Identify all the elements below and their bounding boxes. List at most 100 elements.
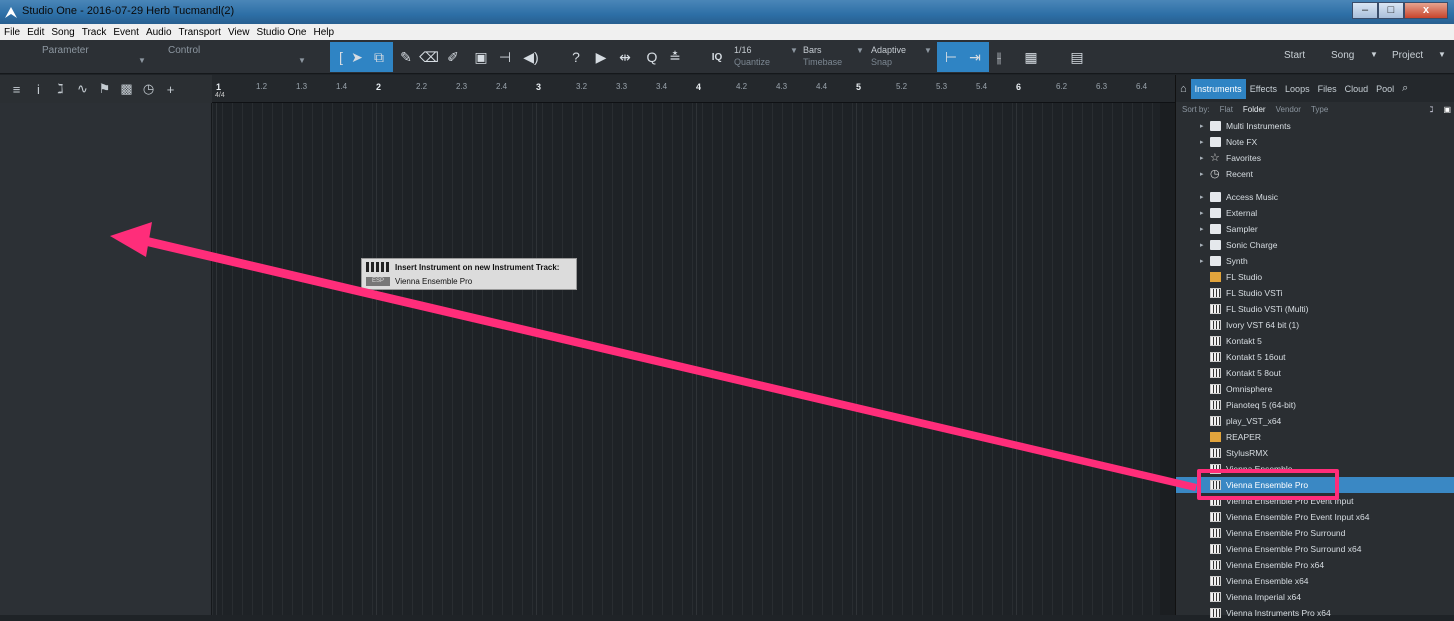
humanize-icon[interactable]: ≛ xyxy=(664,46,686,68)
tab-loops[interactable]: Loops xyxy=(1281,84,1314,94)
sort-folder[interactable]: Folder xyxy=(1243,105,1266,114)
expand-arrow-icon[interactable]: ▸ xyxy=(1200,209,1204,217)
menu-lines-icon[interactable]: ≡ xyxy=(10,82,23,97)
automation-icon[interactable]: ∿ xyxy=(76,81,89,97)
menu-edit[interactable]: Edit xyxy=(27,27,44,38)
quantize-dropdown[interactable]: 1/16 Quantize xyxy=(734,44,770,68)
timebase-dropdown[interactable]: Bars Timebase xyxy=(803,44,842,68)
browser-item[interactable]: ▸ ◷ Recent xyxy=(1176,166,1454,182)
menu-track[interactable]: Track xyxy=(82,27,107,38)
strip-silence-icon[interactable]: ⇹ xyxy=(614,46,636,68)
menu-view[interactable]: View xyxy=(228,27,250,38)
grid-view-icon[interactable]: ▦ xyxy=(1020,46,1042,68)
menu-audio[interactable]: Audio xyxy=(146,27,172,38)
browser-item[interactable]: Vienna Ensemble Pro Surround x64 xyxy=(1176,541,1454,557)
quantize-q-icon[interactable]: Q xyxy=(641,46,663,68)
paint-tool-icon[interactable]: ✐ xyxy=(442,46,464,68)
browser-item[interactable]: ▸ Note FX xyxy=(1176,134,1454,150)
browser-item[interactable]: FL Studio VSTi (Multi) xyxy=(1176,301,1454,317)
audio-bend-icon[interactable]: ▶ xyxy=(590,46,612,68)
add-track-icon[interactable]: + xyxy=(164,82,177,97)
menu-help[interactable]: Help xyxy=(313,27,334,38)
expand-arrow-icon[interactable]: ▸ xyxy=(1200,193,1204,201)
sort-vendor[interactable]: Vendor xyxy=(1276,105,1301,114)
menu-event[interactable]: Event xyxy=(113,27,139,38)
browser-item[interactable]: ▸ Access Music xyxy=(1176,189,1454,205)
browser-item[interactable]: Vienna Ensemble x64 xyxy=(1176,573,1454,589)
minimize-button[interactable]: – xyxy=(1352,2,1378,19)
project-chevron-icon[interactable]: ▼ xyxy=(1438,50,1446,59)
browser-item[interactable]: ▸ External xyxy=(1176,205,1454,221)
iq-button[interactable]: IQ xyxy=(706,46,728,68)
browser-item[interactable]: Vienna Instruments Pro x64 xyxy=(1176,605,1454,621)
browser-item[interactable]: Kontakt 5 xyxy=(1176,333,1454,349)
browser-item[interactable]: Vienna Ensemble Pro x64 xyxy=(1176,557,1454,573)
browser-item[interactable]: StylusRMX xyxy=(1176,445,1454,461)
vertical-scrollbar[interactable] xyxy=(1160,103,1175,615)
browser-item[interactable]: Vienna Imperial x64 xyxy=(1176,589,1454,605)
browser-item[interactable]: Kontakt 5 16out xyxy=(1176,349,1454,365)
tab-pool[interactable]: Pool xyxy=(1372,84,1398,94)
browser-item[interactable]: Kontakt 5 8out xyxy=(1176,365,1454,381)
sort-flat[interactable]: Flat xyxy=(1220,105,1233,114)
timeline-ruler[interactable]: 1 1.2 1.3 1.4 2 2.2 2.3 2.4 3 3.2 3.3 3.4 4 4.2 4.3 4.4… xyxy=(212,75,1175,103)
browser-item[interactable]: ▸ Sampler xyxy=(1176,221,1454,237)
snap-end-icon[interactable]: ⇥ xyxy=(964,46,986,68)
expand-arrow-icon[interactable]: ▸ xyxy=(1200,257,1204,265)
range-tool-icon[interactable]: ⧉ xyxy=(368,46,390,68)
info-icon[interactable]: i xyxy=(32,82,45,97)
view-toggle-icon[interactable]: ▣ xyxy=(1443,105,1451,114)
expand-arrow-icon[interactable]: ▸ xyxy=(1200,170,1204,178)
menu-transport[interactable]: Transport xyxy=(179,27,221,38)
browser-item[interactable]: ▸ Synth xyxy=(1176,253,1454,269)
menu-file[interactable]: File xyxy=(4,27,20,38)
bend-tool-icon[interactable]: ▣ xyxy=(470,46,492,68)
snap-dropdown[interactable]: Adaptive Snap xyxy=(871,44,906,68)
browser-item[interactable]: ▸ Multi Instruments xyxy=(1176,118,1454,134)
browser-item[interactable]: Ivory VST 64 bit (1) xyxy=(1176,317,1454,333)
clock-icon[interactable]: ◷ xyxy=(142,81,155,97)
expand-arrow-icon[interactable]: ▸ xyxy=(1200,241,1204,249)
browser-item[interactable]: REAPER xyxy=(1176,429,1454,445)
split-tool-icon[interactable]: ✎ xyxy=(395,46,417,68)
maximize-button[interactable]: □ xyxy=(1378,2,1404,19)
tab-instruments[interactable]: Instruments xyxy=(1190,78,1246,99)
menu-song[interactable]: Song xyxy=(51,27,74,38)
close-button[interactable]: x xyxy=(1404,2,1448,19)
browser-item[interactable]: FL Studio VSTi xyxy=(1176,285,1454,301)
help-icon[interactable]: ? xyxy=(565,46,587,68)
browser-item[interactable]: Omnisphere xyxy=(1176,381,1454,397)
arrow-tool-icon[interactable]: ➤ xyxy=(346,46,368,68)
tab-effects[interactable]: Effects xyxy=(1246,84,1281,94)
marker-flag-icon[interactable]: ⚑ xyxy=(98,81,111,97)
listen-tool-icon[interactable]: ◀) xyxy=(520,46,542,68)
expand-arrow-icon[interactable]: ▸ xyxy=(1200,122,1204,130)
browser-item[interactable]: ▸ Sonic Charge xyxy=(1176,237,1454,253)
wrench-icon[interactable]: ℷ xyxy=(54,81,67,97)
arrange-area[interactable] xyxy=(212,75,1175,615)
expand-arrow-icon[interactable]: ▸ xyxy=(1200,154,1204,162)
browser-item[interactable]: ▸ ☆ Favorites xyxy=(1176,150,1454,166)
film-icon[interactable]: ▤ xyxy=(1066,46,1088,68)
sort-type[interactable]: Type xyxy=(1311,105,1328,114)
home-icon[interactable]: ⌂ xyxy=(1176,83,1191,95)
project-button[interactable]: Project xyxy=(1392,50,1423,61)
autoscroll-icon[interactable]: ⫲ xyxy=(988,46,1010,68)
eraser-icon[interactable]: ⌫ xyxy=(418,46,440,68)
browser-item[interactable]: play_VST_x64 xyxy=(1176,413,1454,429)
tab-cloud[interactable]: Cloud xyxy=(1341,84,1373,94)
menu-studio-one[interactable]: Studio One xyxy=(256,27,306,38)
search-icon[interactable]: ⌕ xyxy=(1398,82,1412,95)
song-button[interactable]: Song xyxy=(1331,50,1354,61)
start-button[interactable]: Start xyxy=(1284,50,1305,61)
tab-files[interactable]: Files xyxy=(1314,84,1341,94)
expand-arrow-icon[interactable]: ▸ xyxy=(1200,225,1204,233)
browser-item[interactable]: Vienna Ensemble Pro Event Input x64 xyxy=(1176,509,1454,525)
expand-arrow-icon[interactable]: ▸ xyxy=(1200,138,1204,146)
mute-tool-icon[interactable]: ⊣ xyxy=(494,46,516,68)
song-chevron-icon[interactable]: ▼ xyxy=(1370,50,1378,59)
snap-grid-icon[interactable]: ⊢ xyxy=(940,46,962,68)
browser-item[interactable]: FL Studio xyxy=(1176,269,1454,285)
browser-item[interactable]: Vienna Ensemble Pro Surround xyxy=(1176,525,1454,541)
wrench-icon[interactable]: ℷ xyxy=(1430,105,1434,114)
